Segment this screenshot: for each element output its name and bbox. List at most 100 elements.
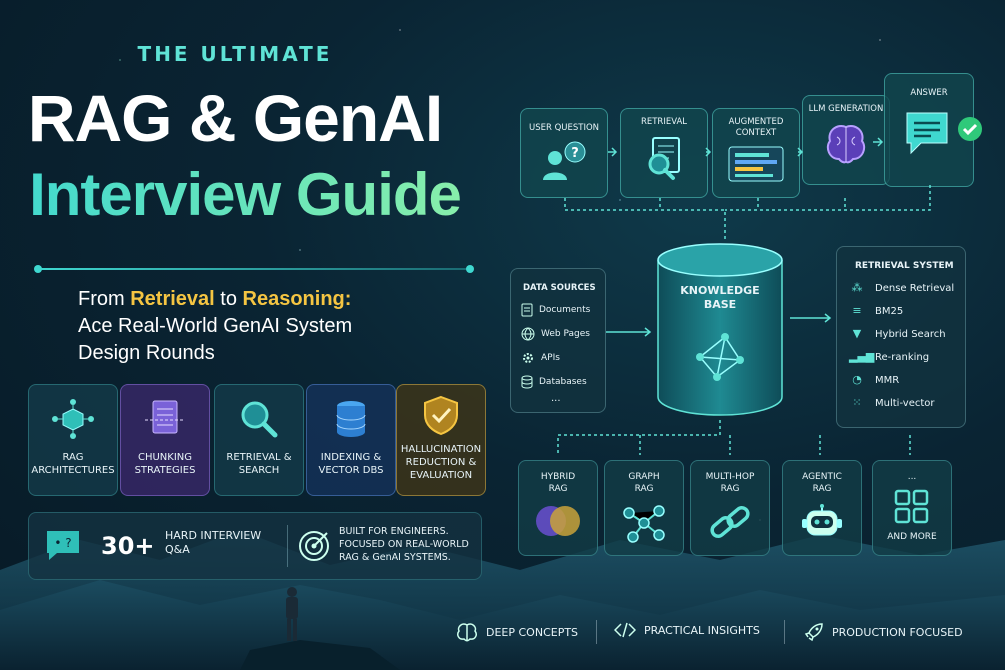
subtitle-part2: to xyxy=(214,288,243,310)
variant-label: MULTI-HOP RAG xyxy=(705,472,755,494)
magnifier-icon xyxy=(241,401,278,438)
variant-card-hybrid-rag: HYBRID RAG xyxy=(518,460,598,556)
data-sources-more: ... xyxy=(551,393,561,404)
retrieval-method-item: ≡ BM25 xyxy=(849,305,965,317)
kicker-text: THE ULTIMATE xyxy=(137,42,333,66)
data-source-item: APIs xyxy=(521,351,605,365)
topic-card-retrieval-search: Retrieval & Search xyxy=(214,384,304,496)
retrieval-method-item: ⁙ Multi-vector xyxy=(849,397,965,409)
bar-chart-icon: ▂▄▆ xyxy=(849,350,875,363)
promo-built-line1: BUILT FOR ENGINEERS. xyxy=(339,526,449,537)
topic-card-chunking: Chunking Strategies xyxy=(120,384,210,496)
hiker-figure xyxy=(286,587,298,641)
page-title: RAG & GenAI xyxy=(27,81,443,155)
grid-squares-icon xyxy=(894,489,929,524)
question-chat-icon: • ? xyxy=(47,531,79,560)
promo-banner: • ? 30+ HARD INTERVIEW Q&A BUILT FOR ENG… xyxy=(28,512,482,580)
cube-network-icon xyxy=(52,399,94,439)
footer-item-deep-concepts: DEEP CONCEPTS xyxy=(456,622,578,642)
retrieval-method-label: Re-ranking xyxy=(875,351,930,363)
code-brackets-icon xyxy=(614,622,636,638)
footer-item-practical-insights: PRACTICAL INSIGHTS xyxy=(614,622,760,638)
variant-label: AGENTIC RAG xyxy=(802,472,842,494)
retrieval-method-item: ◔ MMR xyxy=(849,374,965,386)
retrieval-method-label: BM25 xyxy=(875,305,904,317)
chain-link-icon xyxy=(710,506,750,538)
promo-hard-line2: Q&A xyxy=(165,543,190,556)
variant-card-and-more: ... AND MORE xyxy=(872,460,952,556)
retrieval-method-label: Hybrid Search xyxy=(875,328,946,340)
topic-card-rag-architectures: RAG Architectures xyxy=(28,384,118,496)
retrieval-system-panel: RETRIEVAL SYSTEM ⁂ Dense Retrieval ≡ BM25 … xyxy=(836,246,966,428)
footer-item-production-focused: PRODUCTION FOCUSED xyxy=(804,622,963,642)
topic-label: Chunking Strategies xyxy=(134,452,196,476)
topic-card-hallucination: Hallucination Reduction & Evaluation xyxy=(396,384,486,496)
topic-label: Hallucination Reduction & Evaluation xyxy=(400,444,482,481)
variant-label: HYBRID RAG xyxy=(540,472,576,494)
brain-outline-icon xyxy=(457,623,477,642)
data-source-item: Web Pages xyxy=(521,327,605,341)
variant-card-agentic-rag: AGENTIC RAG xyxy=(782,460,862,556)
subtitle-part1: From xyxy=(78,288,131,310)
venn-icon xyxy=(536,506,580,536)
promo-hard-line1: HARD INTERVIEW xyxy=(165,529,262,542)
grid-dots-icon: ⁙ xyxy=(852,396,862,409)
retrieval-system-title: RETRIEVAL SYSTEM xyxy=(855,261,954,271)
kb-line1: KNOWLEDGE xyxy=(680,284,760,297)
graph-nodes-icon xyxy=(623,505,665,543)
database-icon xyxy=(336,401,366,437)
rocket-icon xyxy=(804,623,823,642)
data-source-label: APIs xyxy=(541,353,560,363)
network-nodes-icon: ⁂ xyxy=(851,281,863,294)
promo-built-text: BUILT FOR ENGINEERS. FOCUSED ON REAL-WOR… xyxy=(339,525,469,564)
title-divider xyxy=(34,265,474,273)
target-icon xyxy=(299,531,329,561)
footer-separator xyxy=(784,620,785,644)
shield-check-icon xyxy=(424,395,458,436)
promo-hard-text: HARD INTERVIEW Q&A xyxy=(165,529,261,557)
promo-built-line3: RAG & GenAI SYSTEMS. xyxy=(339,552,451,563)
data-sources-panel: DATA SOURCES Documents Web Pages APIs Da… xyxy=(510,268,606,413)
retrieval-method-item: ▼ Hybrid Search xyxy=(849,328,965,340)
data-source-label: Documents xyxy=(539,305,591,315)
database-small-icon xyxy=(521,375,533,389)
page-title-line2: Interview Guide xyxy=(0,160,490,229)
gear-icon xyxy=(523,353,533,363)
variant-card-graph-rag: GRAPH RAG xyxy=(604,460,684,556)
robot-icon xyxy=(802,504,842,536)
promo-separator xyxy=(287,525,288,567)
retrieval-method-label: Multi-vector xyxy=(875,397,935,409)
data-sources-title: DATA SOURCES xyxy=(523,283,596,293)
footer-separator xyxy=(596,620,597,644)
variant-card-multi-hop-rag: MULTI-HOP RAG xyxy=(690,460,770,556)
knowledge-base-label: KNOWLEDGE BASE xyxy=(655,284,785,312)
variant-more-dots: ... xyxy=(907,472,917,482)
ring-icon: ◔ xyxy=(852,373,862,386)
subtitle-highlight-retrieval: Retrieval xyxy=(130,288,215,310)
globe-icon xyxy=(521,327,535,341)
question-count: 30+ xyxy=(101,532,155,560)
document-split-icon xyxy=(145,400,185,434)
subtitle-highlight-reasoning: Reasoning: xyxy=(242,288,352,310)
topic-card-indexing: Indexing & Vector DBs xyxy=(306,384,396,496)
subtitle-line3: Design Rounds xyxy=(78,342,215,364)
variant-label: GRAPH RAG xyxy=(628,472,660,494)
subtitle-line2: Ace Real-World GenAI System xyxy=(78,315,353,337)
data-source-label: Web Pages xyxy=(541,329,590,339)
footer-label: PRODUCTION FOCUSED xyxy=(832,625,963,639)
retrieval-method-item: ⁂ Dense Retrieval xyxy=(849,282,965,294)
footer-label: DEEP CONCEPTS xyxy=(486,625,579,639)
data-source-item: Databases xyxy=(521,375,605,389)
topic-label: Indexing & Vector DBs xyxy=(318,452,384,476)
retrieval-method-label: Dense Retrieval xyxy=(875,282,955,294)
svg-text:• ?: • ? xyxy=(54,536,71,550)
funnel-icon: ▼ xyxy=(852,327,862,340)
subtitle: From Retrieval to Reasoning: Ace Real-Wo… xyxy=(78,286,458,367)
data-source-item: Documents xyxy=(521,303,605,317)
data-source-label: Databases xyxy=(539,377,587,387)
topic-label: Retrieval & Search xyxy=(226,452,292,476)
retrieval-method-item: ▂▄▆ Re-ranking xyxy=(849,351,965,363)
variant-more-label: AND MORE xyxy=(887,532,937,542)
retrieval-method-label: MMR xyxy=(875,374,900,386)
knowledge-base-cylinder xyxy=(657,243,783,416)
